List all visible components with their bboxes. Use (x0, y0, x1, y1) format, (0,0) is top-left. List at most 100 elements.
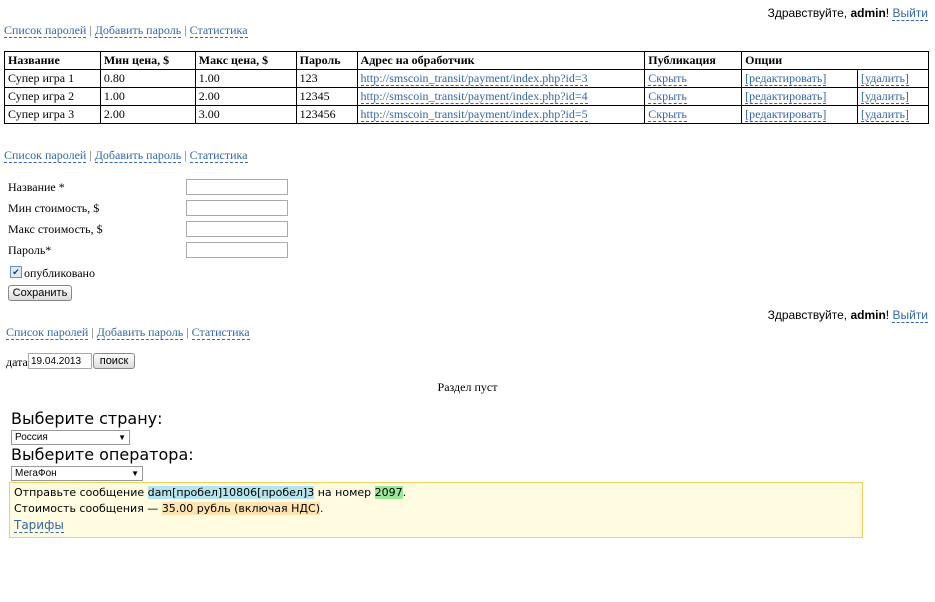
username: admin (850, 6, 886, 20)
logout-link[interactable]: Выйти (892, 308, 928, 323)
password-label: Пароль* (8, 243, 52, 257)
delete-link[interactable]: [удалить] (861, 71, 909, 86)
search-button[interactable]: поиск (93, 353, 135, 369)
cell-max-price: 2.00 (194, 87, 297, 106)
column-header: Название (4, 51, 101, 70)
published-checkbox[interactable]: ✔ (10, 266, 22, 278)
nav-separator: | (184, 23, 187, 37)
nav-statistics[interactable]: Статистика (191, 325, 250, 340)
cost-line: Стоимость сообщения — 35.00 рубль (включ… (14, 502, 324, 515)
cell-url: http://smscoin_transit/payment/index.php… (356, 87, 646, 106)
greeting-excl: ! (885, 6, 890, 20)
handler-url-link[interactable]: http://smscoin_transit/payment/index.php… (360, 89, 588, 104)
name-label: Название * (8, 180, 65, 194)
nav-password-list[interactable]: Список паролей (4, 148, 87, 163)
password-table: Название Мин цена, $ Макс цена, $ Пароль… (4, 51, 929, 124)
send-text: Отправьте сообщение (14, 486, 145, 499)
name-field[interactable] (186, 179, 288, 195)
hide-link[interactable]: Скрыть (648, 89, 687, 104)
handler-url-link[interactable]: http://smscoin_transit/payment/index.php… (360, 107, 588, 122)
cost-text: Стоимость сообщения — (14, 502, 159, 515)
cell-password: 123 (295, 69, 358, 88)
operator-selected-value: МегаФон (15, 468, 57, 479)
tariffs-line: Тарифы (14, 518, 64, 533)
cell-edit: [редактировать] (741, 105, 859, 124)
max-cost-label: Макс стоимость, $ (8, 222, 103, 236)
table-row: Супер игра 1 0.80 1.00 123 http://smscoi… (4, 69, 929, 88)
edit-link[interactable]: [редактировать] (745, 107, 827, 122)
cell-publish: Скрыть (644, 87, 743, 106)
greeting-bar: Здравствуйте, admin! Выйти (768, 308, 928, 323)
edit-link[interactable]: [редактировать] (745, 89, 827, 104)
greeting-excl: ! (885, 308, 890, 322)
cell-name: Супер игра 3 (4, 105, 101, 124)
period: . (402, 486, 407, 499)
nav-statistics[interactable]: Статистика (189, 148, 248, 163)
cost-value: 35.00 рубль (включая НДС) (161, 502, 320, 515)
logout-link[interactable]: Выйти (892, 6, 928, 21)
to-number-text: на номер (317, 486, 372, 499)
greeting-bar: Здравствуйте, admin! Выйти (767, 6, 928, 21)
date-field[interactable] (28, 353, 92, 369)
short-number: 2097 (374, 486, 403, 499)
greeting-text: Здравствуйте, (767, 6, 851, 20)
nav-separator: | (186, 325, 189, 339)
save-button[interactable]: Сохранить (8, 285, 72, 301)
cell-max-price: 1.00 (194, 69, 297, 88)
period: . (320, 502, 324, 515)
username: admin (850, 308, 886, 322)
country-selected-value: Россия (15, 432, 48, 443)
cell-min-price: 2.00 (99, 105, 196, 124)
column-header: Адрес на обработчик (356, 51, 646, 70)
nav-bar: Список паролей | Добавить пароль | Стати… (4, 23, 248, 38)
cell-password: 12345 (295, 87, 358, 106)
table-row: Супер игра 2 1.00 2.00 12345 http://smsc… (4, 87, 929, 106)
hide-link[interactable]: Скрыть (648, 107, 687, 122)
sms-instructions-box: Отправьте сообщение dam[пробел]10806[про… (9, 482, 863, 538)
tariffs-link[interactable]: Тарифы (14, 518, 64, 533)
max-cost-field[interactable] (186, 221, 288, 237)
nav-bar: Список паролей | Добавить пароль | Стати… (6, 325, 250, 340)
nav-bar: Список паролей | Добавить пароль | Стати… (4, 148, 248, 163)
delete-link[interactable]: [удалить] (861, 89, 909, 104)
cell-delete: [удалить] (857, 69, 929, 88)
empty-section-text: Раздел пуст (437, 380, 498, 394)
nav-add-password[interactable]: Добавить пароль (96, 325, 184, 340)
operator-heading: Выберите оператора: (11, 445, 194, 464)
nav-password-list[interactable]: Список паролей (6, 325, 89, 340)
message-code: dam[пробел]10806[пробел]3 (147, 486, 315, 499)
nav-separator: | (89, 148, 92, 162)
nav-separator: | (184, 148, 187, 162)
nav-statistics[interactable]: Статистика (189, 23, 248, 38)
nav-password-list[interactable]: Список паролей (4, 23, 87, 38)
column-header: Мин цена, $ (99, 51, 196, 70)
column-header: Публикация (644, 51, 743, 70)
cell-url: http://smscoin_transit/payment/index.php… (356, 105, 646, 124)
cell-edit: [редактировать] (741, 87, 859, 106)
chevron-down-icon: ▼ (131, 469, 139, 478)
nav-add-password[interactable]: Добавить пароль (94, 23, 182, 38)
handler-url-link[interactable]: http://smscoin_transit/payment/index.php… (360, 71, 588, 86)
cell-url: http://smscoin_transit/payment/index.php… (356, 69, 646, 88)
country-heading: Выберите страну: (11, 409, 163, 428)
cell-name: Супер игра 2 (4, 87, 101, 106)
password-field[interactable] (186, 242, 288, 258)
cell-delete: [удалить] (857, 105, 929, 124)
cell-edit: [редактировать] (741, 69, 859, 88)
operator-select[interactable]: МегаФон ▼ (11, 466, 143, 481)
table-row: Супер игра 3 2.00 3.00 123456 http://sms… (4, 105, 929, 124)
nav-add-password[interactable]: Добавить пароль (94, 148, 182, 163)
nav-separator: | (89, 23, 92, 37)
column-header: Пароль (295, 51, 358, 70)
nav-separator: | (91, 325, 94, 339)
delete-link[interactable]: [удалить] (861, 107, 909, 122)
cell-min-price: 0.80 (99, 69, 196, 88)
chevron-down-icon: ▼ (118, 433, 126, 442)
min-cost-field[interactable] (186, 200, 288, 216)
country-select[interactable]: Россия ▼ (11, 430, 130, 445)
min-cost-label: Мин стоимость, $ (8, 201, 100, 215)
hide-link[interactable]: Скрыть (648, 71, 687, 86)
cell-password: 123456 (295, 105, 358, 124)
edit-link[interactable]: [редактировать] (745, 71, 827, 86)
cell-delete: [удалить] (857, 87, 929, 106)
